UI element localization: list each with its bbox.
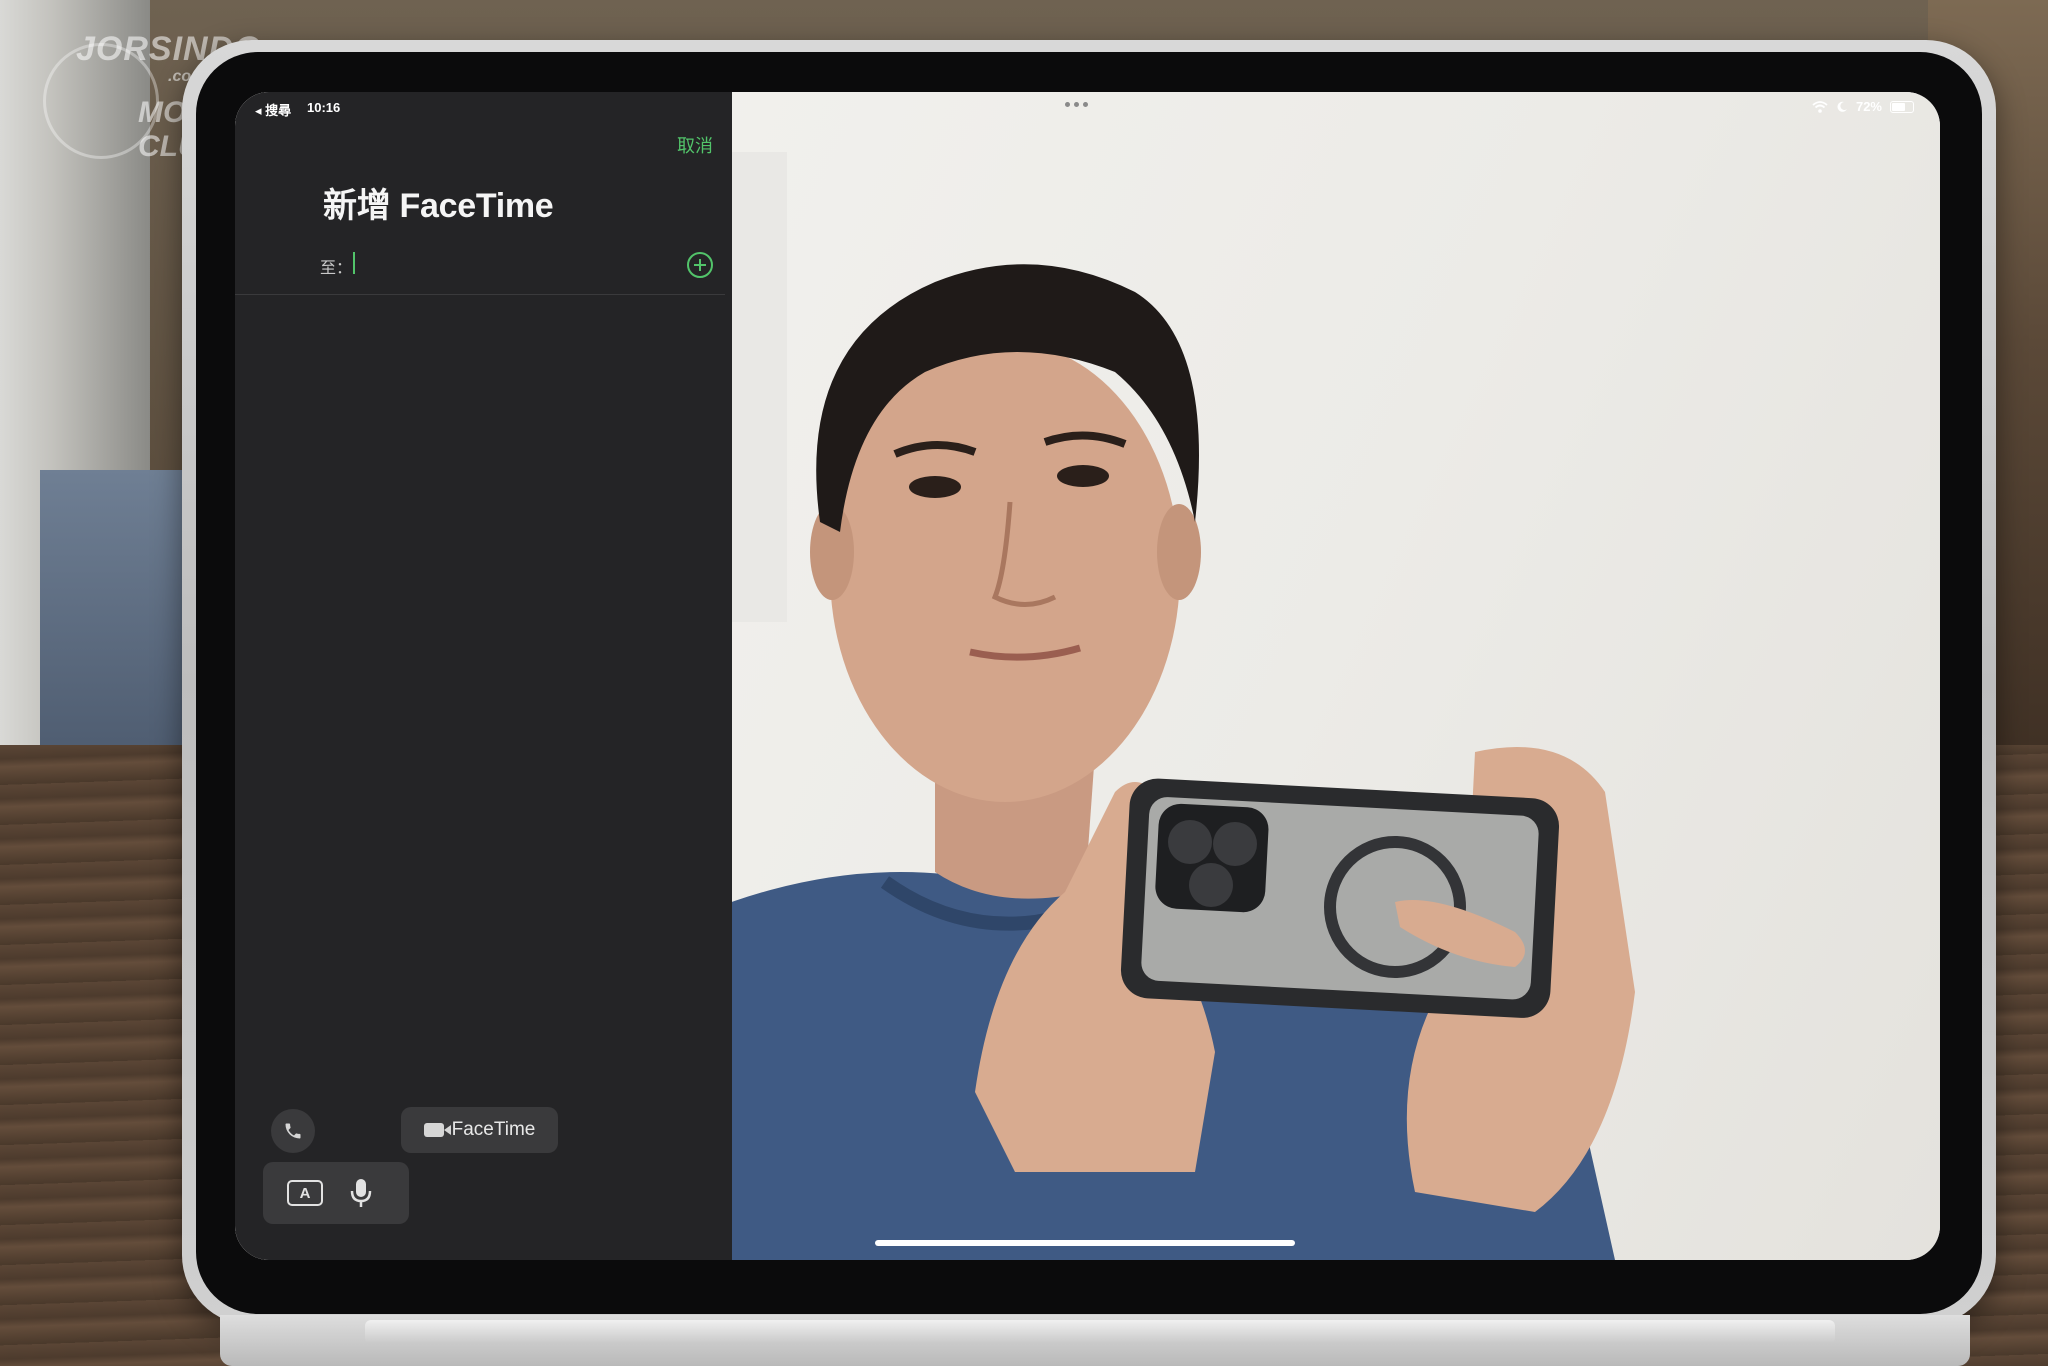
plus-circle-icon[interactable] [687, 252, 713, 278]
cancel-button[interactable]: 取消 [677, 132, 713, 158]
microphone-icon[interactable] [349, 1177, 373, 1209]
new-facetime-panel: 取消 新增 FaceTime 至： FaceTime A [235, 92, 732, 1260]
facetime-button-label: FaceTime [451, 1119, 536, 1140]
audio-call-button[interactable] [271, 1109, 315, 1153]
back-to-app-link[interactable]: ◂ 搜尋 [255, 100, 291, 119]
status-time: 10:16 [307, 100, 341, 115]
battery-icon [1890, 100, 1914, 113]
to-label: 至： [320, 260, 353, 277]
home-indicator[interactable] [875, 1240, 1295, 1246]
recipient-input[interactable] [352, 250, 676, 280]
lens-3 [1189, 863, 1233, 907]
keyboard-hinge [365, 1320, 1835, 1344]
battery-level [1892, 102, 1905, 111]
page-title: 新增 FaceTime [323, 187, 554, 225]
video-camera-icon [423, 1123, 451, 1137]
moon-icon [1837, 101, 1847, 112]
phone-icon [285, 1123, 301, 1139]
eye-left [909, 476, 961, 498]
keyboard-shortcut-bar: A [263, 1162, 409, 1224]
status-indicators: 72% [1812, 99, 1914, 114]
dot-icon [1065, 102, 1070, 107]
lens-2 [1213, 822, 1257, 866]
dot-icon [1074, 102, 1079, 107]
ipad-screen: 取消 新增 FaceTime 至： FaceTime A ◂ 搜尋 10:16 … [235, 92, 1940, 1260]
face-shape [830, 342, 1180, 802]
keyboard-icon[interactable]: A [287, 1180, 323, 1206]
multitasking-handle[interactable] [1065, 102, 1088, 107]
lens-1 [1168, 820, 1212, 864]
eye-right [1057, 465, 1109, 487]
text-cursor [353, 252, 355, 274]
dot-icon [1083, 102, 1088, 107]
recipient-row: 至： [235, 242, 725, 295]
status-bar: ◂ 搜尋 10:16 72% [235, 92, 1940, 122]
facetime-video-button[interactable]: FaceTime [401, 1107, 558, 1153]
battery-percentage: 72% [1855, 99, 1882, 114]
wifi-icon [1812, 100, 1828, 113]
